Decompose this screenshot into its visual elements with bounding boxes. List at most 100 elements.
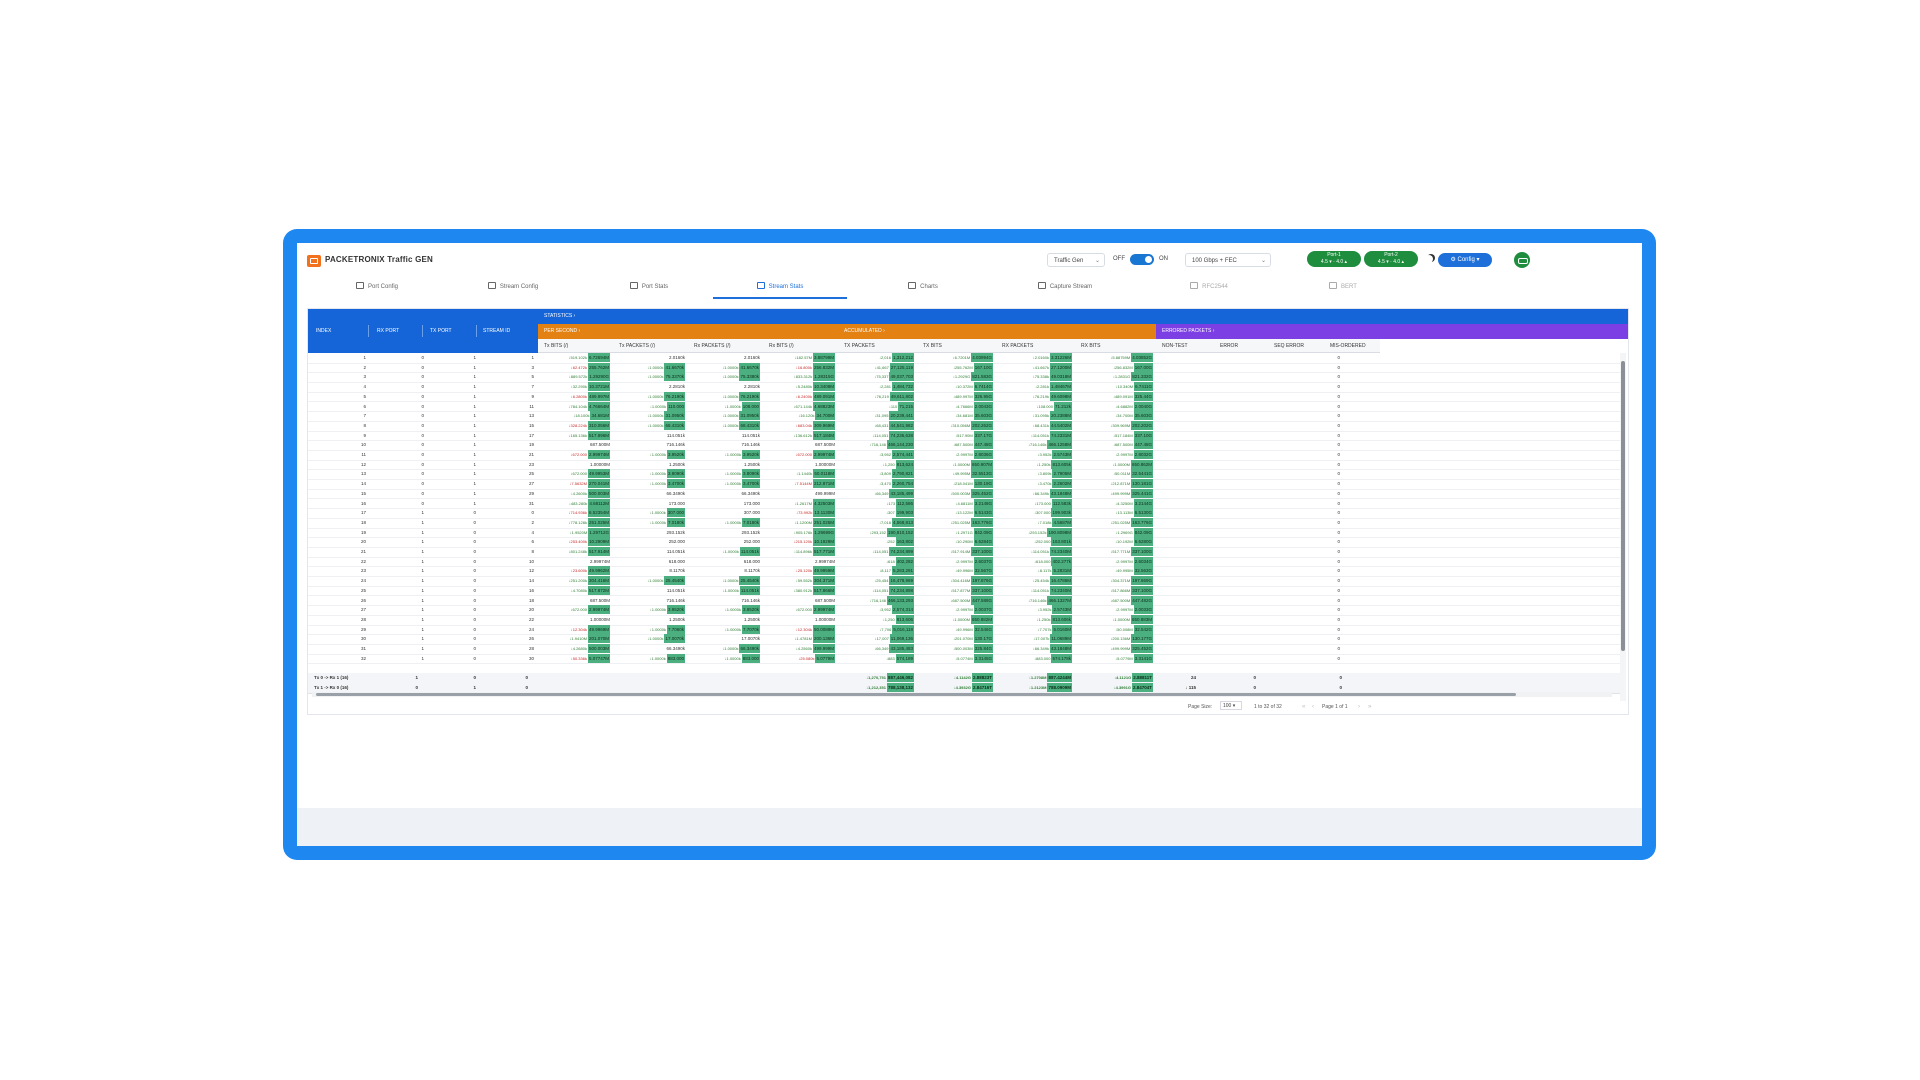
header-tx-port[interactable]: TX PORT — [430, 328, 452, 334]
header-stream-id[interactable]: STREAM ID — [483, 328, 510, 334]
cell-rx: 1 — [421, 597, 424, 603]
vertical-scrollbar[interactable] — [1620, 353, 1626, 701]
cell-i: 24 — [360, 578, 366, 584]
horizontal-scrollbar[interactable] — [312, 692, 1612, 697]
sub-header-7[interactable]: RX BITS — [1075, 339, 1156, 353]
chevron-down-icon: ⌄ — [1260, 258, 1266, 264]
sub-header-10[interactable]: SEQ ERROR — [1268, 339, 1324, 353]
cell-stat: ↓4.2560k 499.999M — [763, 644, 835, 653]
sub-header-11[interactable]: MIS-ORDERED — [1324, 339, 1380, 353]
tab-capture-stream[interactable]: Capture Stream — [997, 277, 1133, 297]
stat-value: 114.051k — [666, 549, 685, 554]
cell-stat: ↓1.0000k 3.4700k — [688, 479, 760, 489]
stat-value: 6.6280G — [1133, 537, 1153, 547]
stat-value: 256.832M — [812, 362, 835, 372]
delta-value: ↓1.0000k — [722, 413, 739, 419]
summary-error-count — [1288, 683, 1306, 692]
tab-rfc2544[interactable]: RFC2544 — [1149, 277, 1269, 297]
sub-header-5[interactable]: TX BITS — [917, 339, 996, 353]
speed-select[interactable]: 100 Gbps + FEC ⌄ — [1185, 253, 1271, 267]
delta-value: ↓889.572k — [568, 374, 588, 380]
sub-header-1[interactable]: Tx PACKETS (/) — [613, 339, 688, 353]
delta-value: ↓13.113M — [1115, 510, 1133, 516]
scrollbar-thumb[interactable] — [1621, 361, 1625, 651]
cell-stat: ↓293,152 190,810,152 — [838, 527, 914, 537]
prev-page-icon[interactable]: ‹ — [1312, 702, 1314, 712]
next-page-icon[interactable]: › — [1358, 702, 1360, 712]
page-size-select[interactable]: 100 ▾ — [1220, 701, 1242, 710]
cell-stat: ↓10.192M 6.6280G — [1075, 537, 1153, 547]
cell-rx: 0 — [421, 442, 424, 448]
port-2-status[interactable]: Port-2 4.5 ▾ · 4.0 ▴ — [1364, 251, 1418, 267]
cell-i: 30 — [360, 636, 366, 642]
sub-header-2[interactable]: Rx PACKETS (/) — [688, 339, 763, 353]
stat-value: 293.152k — [741, 529, 760, 535]
cell-stat: ↓12.304k 50.0089M — [763, 624, 835, 634]
first-page-icon[interactable]: « — [1302, 702, 1305, 712]
cell-stat: ↓215.120k 10.1929M — [763, 537, 835, 547]
config-button[interactable]: ⚙ Config ▾ — [1438, 253, 1492, 267]
table-row[interactable]: 32 1 0 30 ↓50.336k 5.07747M ↓1.0000k 883.000 ↓1.… — [308, 653, 1620, 665]
tab-bert[interactable]: BERT — [1283, 277, 1403, 297]
cell-stat: ↓517.771M 337.100G — [1075, 547, 1153, 556]
sub-header-0[interactable]: Tx BITS (/) — [538, 339, 613, 353]
last-page-icon[interactable]: » — [1368, 702, 1371, 712]
stat-value: 200.136M — [812, 634, 835, 644]
cell-sid: 16 — [528, 587, 534, 593]
traffic-toggle[interactable] — [1130, 254, 1154, 265]
statistics-label[interactable]: STATISTICS › — [544, 313, 575, 319]
cell-stat: 66.3490k — [613, 644, 685, 653]
header-index[interactable]: INDEX — [316, 328, 331, 334]
tab-port-stats[interactable]: Port Stats — [589, 277, 709, 297]
dark-mode-icon[interactable] — [1425, 255, 1433, 263]
delta-value: ↓7.018k — [1037, 519, 1052, 525]
delta-value: ↓671.144k — [793, 403, 812, 409]
stat-value: 2.0043G — [973, 401, 993, 411]
sub-header-3[interactable]: Rx BITS (/) — [763, 339, 838, 353]
cell-sid: 20 — [528, 607, 534, 613]
cell-stat: 66.3490k — [613, 489, 685, 498]
link-icon[interactable] — [1514, 252, 1530, 268]
sub-header-9[interactable]: ERROR — [1214, 339, 1268, 353]
port-1-status[interactable]: Port-1 4.5 ▾ · 4.0 ▴ — [1307, 251, 1361, 267]
sub-header-8[interactable]: NON-TEST — [1156, 339, 1214, 353]
cell-i: 8 — [363, 422, 366, 428]
group-errored-packets[interactable]: ERRORED PACKETS › — [1156, 324, 1628, 339]
tab-stream-stats[interactable]: Stream Stats — [713, 277, 847, 299]
header-rx-port[interactable]: RX PORT — [377, 328, 399, 334]
cell-rx: 0 — [421, 374, 424, 380]
tab-stream-config[interactable]: Stream Config — [453, 277, 573, 297]
delta-value: ↓1.0000k — [722, 587, 739, 593]
cell-stat: ↓6.2400k 489.091M — [763, 391, 835, 401]
cell-mis-ordered: 0 — [1337, 558, 1340, 564]
sub-header-4[interactable]: TX PACKETS — [838, 339, 917, 353]
sub-header-6[interactable]: RX PACKETS — [996, 339, 1075, 353]
header-bar: PACKETRONIX Traffic GEN Traffic Gen ⌄ OFF… — [297, 243, 1642, 273]
stat-value: 304.416M — [587, 576, 610, 586]
cell-mis-ordered: 0 — [1337, 461, 1340, 467]
delta-value: ↓1.0000M — [1112, 616, 1130, 622]
mode-select[interactable]: Traffic Gen ⌄ — [1047, 253, 1105, 267]
group-accumulated[interactable]: ACCUMULATED › — [838, 324, 1156, 339]
cell-tx: 0 — [473, 568, 476, 574]
tab-charts[interactable]: Charts — [863, 277, 983, 297]
delta-value: ↓380.912k — [793, 587, 812, 593]
delta-value: ↓114.051k — [1030, 549, 1049, 554]
delta-value: ↓114,051 — [872, 549, 889, 554]
stat-value: 2.8036G — [973, 450, 993, 459]
cell-stat: 17.0070k — [688, 634, 760, 643]
cell-mis-ordered: 0 — [1337, 422, 1340, 428]
delta-value: ↓1.0000k — [647, 364, 664, 370]
delta-value: ↓1.0000k — [722, 578, 739, 584]
group-per-second[interactable]: PER SECOND › — [538, 324, 838, 339]
cell-sid: 18 — [528, 597, 534, 603]
tab-port-config[interactable]: Port Config — [317, 277, 437, 297]
stat-value: 716.146k — [741, 442, 760, 448]
cell-tx: 0 — [473, 558, 476, 564]
stat-value: 6.7411G — [1134, 382, 1153, 392]
cell-stat: ↓489.997M 326.95G — [917, 391, 993, 401]
cell-stat: ↓17.007k 11.0689M — [996, 634, 1072, 644]
cell-stat: ↓905.176k 1.29699G — [763, 527, 835, 537]
cell-stat: ↓310.056M 202.262G — [917, 420, 993, 430]
scrollbar-thumb[interactable] — [316, 693, 1516, 696]
